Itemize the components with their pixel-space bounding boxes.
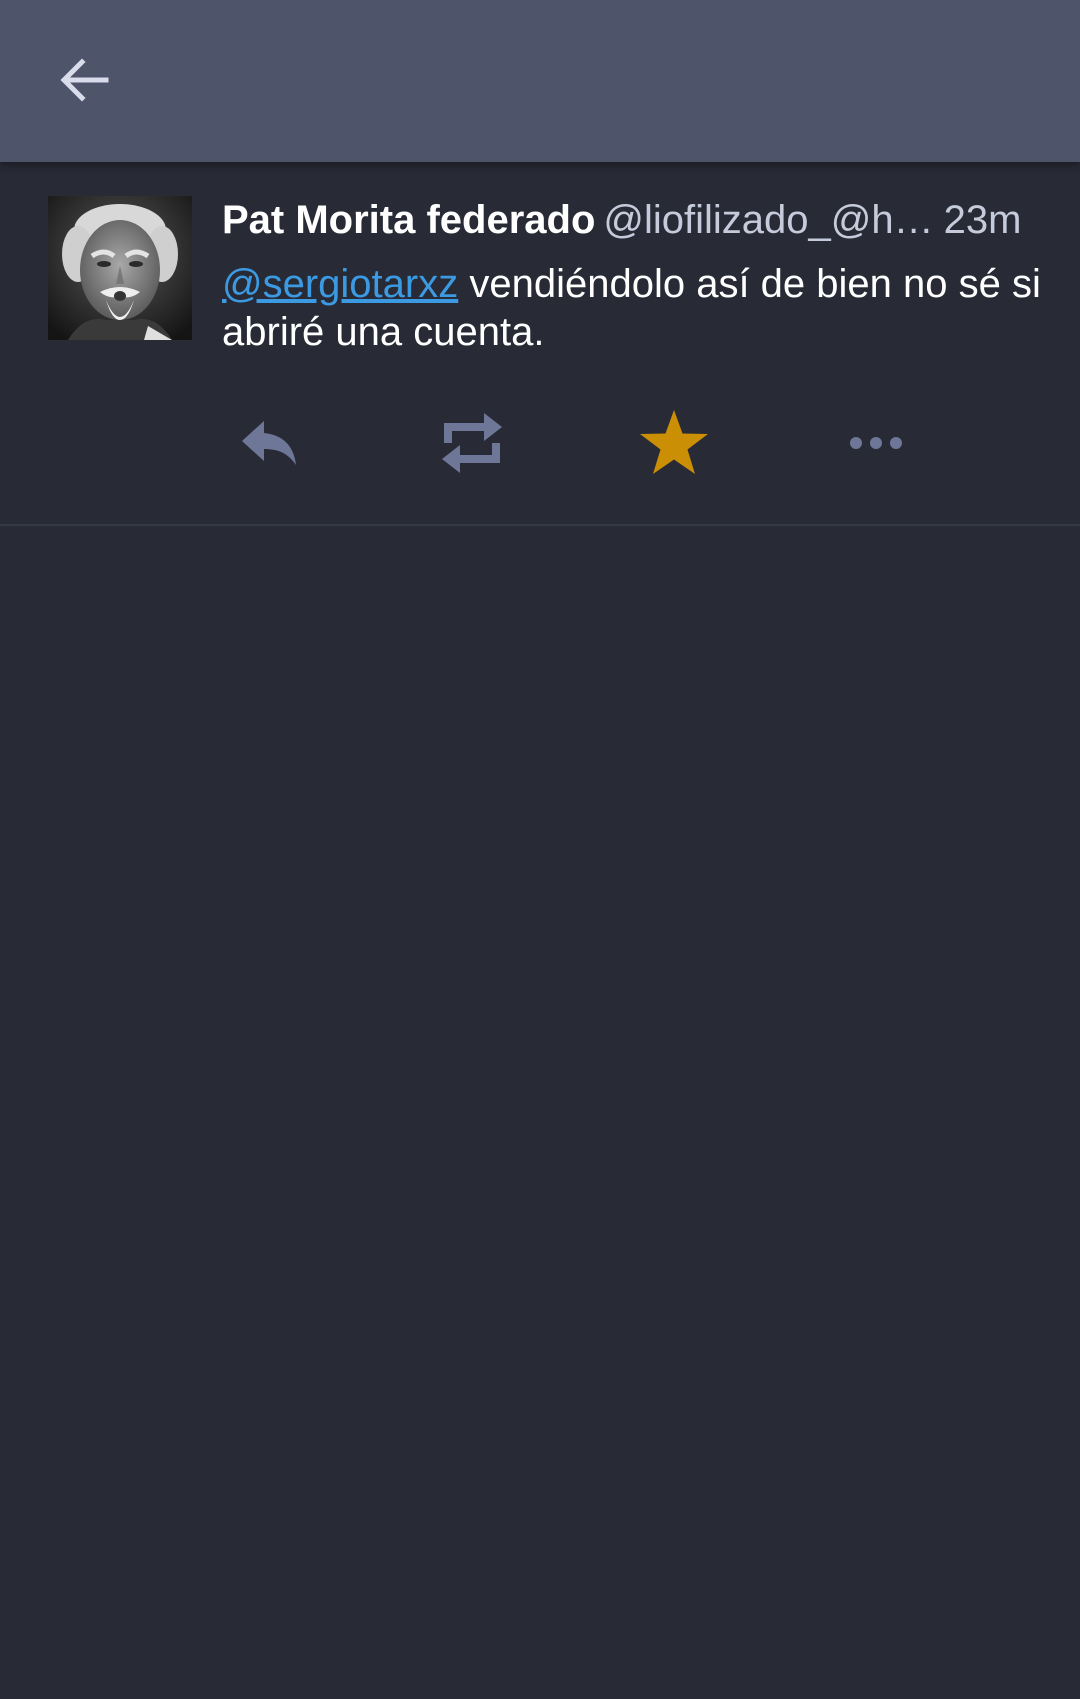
status-content: @sergiotarxz vendiéndolo así de bien no … [222, 260, 1042, 356]
display-name[interactable]: Pat Morita federado [222, 198, 595, 242]
reply-button[interactable] [220, 398, 320, 488]
profile-photo [48, 196, 192, 340]
star-icon [640, 410, 708, 474]
back-button[interactable] [44, 40, 124, 120]
more-icon [850, 437, 902, 449]
status-actions [0, 398, 1080, 488]
arrow-left-icon [60, 58, 109, 102]
reply-icon [242, 421, 296, 465]
account-handle[interactable]: @liofilizado_@h… [603, 198, 933, 242]
status-divider [0, 524, 1080, 526]
more-button[interactable] [826, 398, 926, 488]
avatar[interactable] [48, 196, 192, 340]
timestamp: 23m [943, 198, 1022, 242]
boost-button[interactable] [422, 398, 522, 488]
status-header: Pat Morita federado @liofilizado_@h… 23m [222, 194, 1042, 246]
status-item[interactable]: Pat Morita federado @liofilizado_@h… 23m @… [0, 162, 1080, 526]
retweet-icon [442, 413, 502, 473]
mention-link[interactable]: @sergiotarxz [222, 262, 458, 306]
favourite-button[interactable] [624, 398, 724, 488]
top-app-bar [0, 0, 1080, 162]
